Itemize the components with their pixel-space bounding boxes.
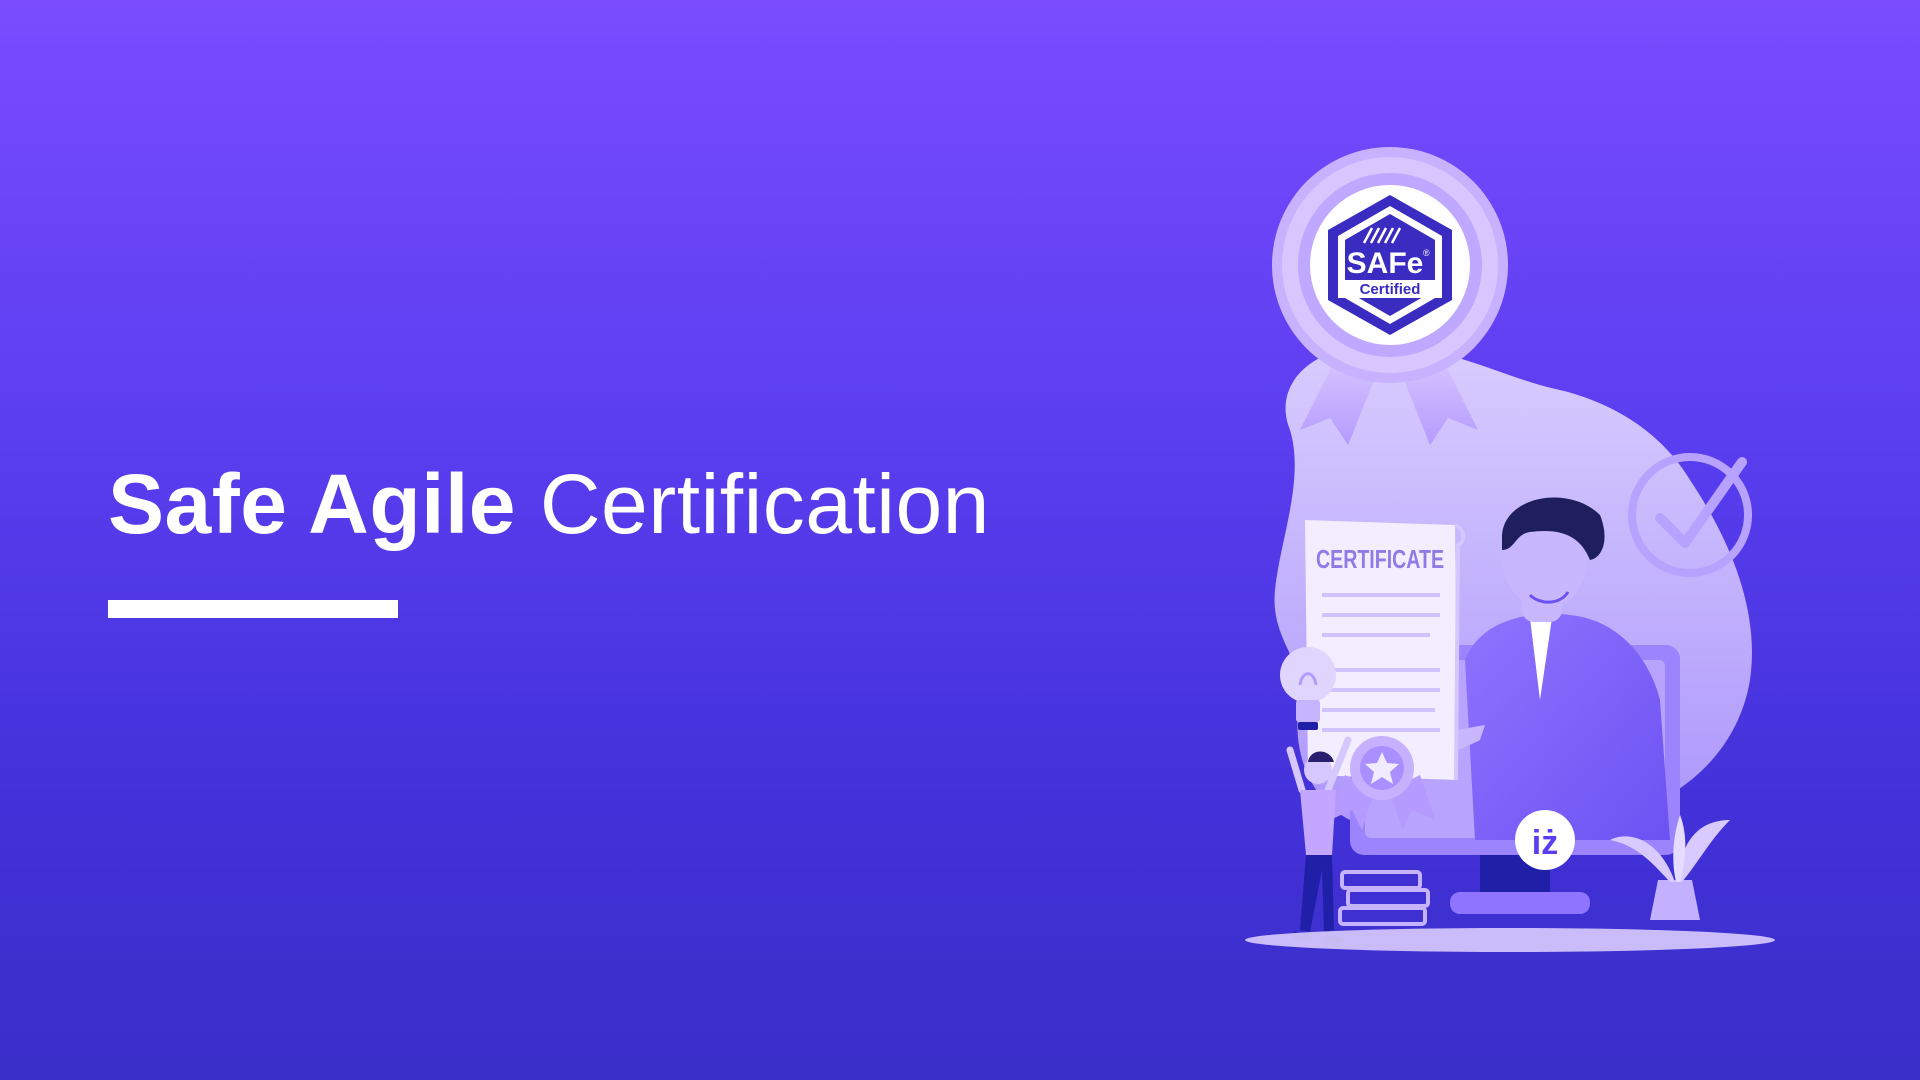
monitor-logo: iż	[1515, 810, 1575, 870]
ground-shadow	[1245, 928, 1775, 952]
certification-illustration: SAFe ® Certified CERTIFICATE iż	[1245, 147, 1775, 952]
badge-status: Certified	[1360, 281, 1421, 298]
books-stack	[1338, 870, 1430, 926]
title-bold-part: Safe Agile	[108, 457, 517, 551]
badge-trademark: ®	[1423, 248, 1430, 258]
title-light-part: Certification	[539, 457, 990, 551]
page-title: Safe Agile Certification	[108, 462, 990, 546]
certificate-title: CERTIFICATE	[1316, 544, 1444, 574]
title-underline	[108, 600, 398, 618]
badge-brand: SAFe	[1347, 247, 1424, 280]
monitor-logo-text: iż	[1532, 824, 1558, 862]
safe-certified-badge: SAFe ® Certified	[1272, 147, 1508, 383]
